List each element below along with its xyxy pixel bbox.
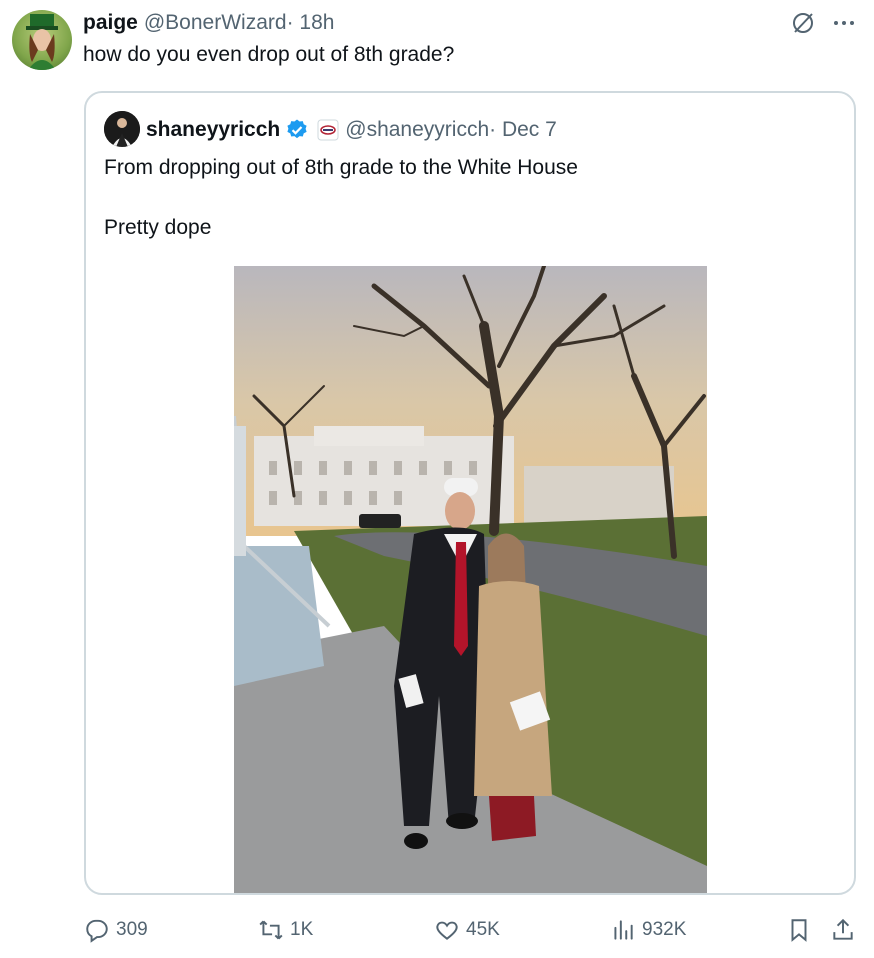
quoted-text: From dropping out of 8th grade to the Wh… xyxy=(104,153,578,243)
like-count: 45K xyxy=(466,919,500,940)
reply-count: 309 xyxy=(116,919,148,940)
reply-icon xyxy=(84,917,110,943)
quoted-author-avatar[interactable] xyxy=(104,111,140,147)
quoted-tweet[interactable]: shaneyyricch @shaneyyricch · Dec 7 From … xyxy=(84,91,856,895)
author-handle[interactable]: @BonerWizard xyxy=(144,11,287,35)
repost-button[interactable]: 1K xyxy=(258,910,313,950)
no-sign-icon[interactable] xyxy=(790,10,816,41)
views-button[interactable]: 932K xyxy=(610,910,686,950)
like-button[interactable]: 45K xyxy=(434,910,500,950)
quoted-time[interactable]: · Dec 7 xyxy=(489,118,557,142)
share-button[interactable] xyxy=(830,910,856,950)
views-count: 932K xyxy=(642,919,687,940)
tweet-header: paige @BonerWizard · 18h xyxy=(83,10,334,36)
quoted-text-line-1: From dropping out of 8th grade to the Wh… xyxy=(104,156,578,179)
more-icon[interactable] xyxy=(832,11,856,40)
quoted-author-handle[interactable]: @shaneyyricch xyxy=(345,118,489,142)
repost-icon xyxy=(258,917,284,943)
action-bar: 309 1K 45K 932K xyxy=(0,910,874,950)
bookmark-button[interactable] xyxy=(786,910,812,950)
quoted-header: shaneyyricch @shaneyyricch · Dec 7 xyxy=(146,115,557,145)
tweet-text: how do you even drop out of 8th grade? xyxy=(83,43,455,66)
org-badge-icon[interactable] xyxy=(317,119,339,141)
quoted-author-name[interactable]: shaneyyricch xyxy=(146,118,280,142)
like-icon xyxy=(434,917,460,943)
tweet-time[interactable]: · 18h xyxy=(287,11,335,35)
views-icon xyxy=(610,917,636,943)
quoted-text-line-2: Pretty dope xyxy=(104,216,212,239)
author-avatar[interactable] xyxy=(12,10,72,70)
verified-icon xyxy=(285,118,309,142)
tweet-top-icons xyxy=(790,10,856,41)
quoted-photo[interactable] xyxy=(234,266,707,895)
reply-button[interactable]: 309 xyxy=(84,910,148,950)
repost-count: 1K xyxy=(290,919,314,940)
bookmark-icon xyxy=(786,917,812,943)
share-icon xyxy=(830,917,856,943)
author-name[interactable]: paige xyxy=(83,11,138,35)
